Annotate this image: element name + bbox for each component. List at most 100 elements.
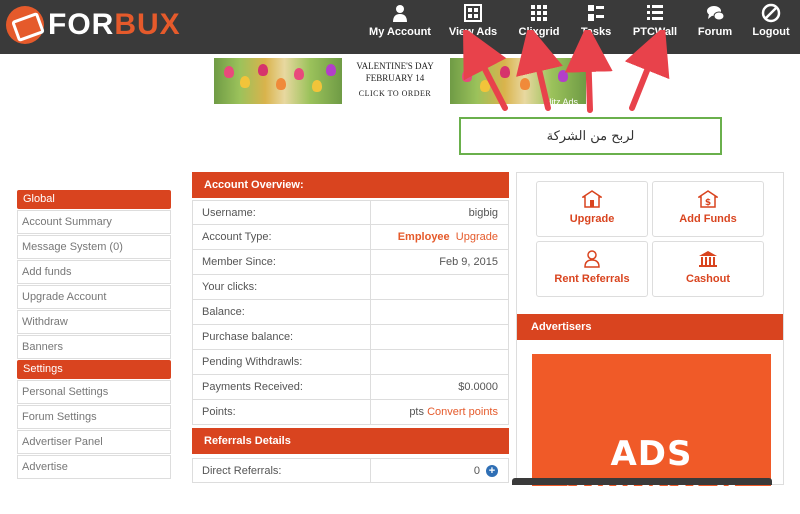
add-funds-icon: $: [698, 190, 718, 208]
nav-my-account[interactable]: My Account: [369, 0, 431, 54]
svg-text:$: $: [705, 198, 711, 208]
row-label: Pending Withdrawls:: [193, 350, 371, 374]
referrals-panel: Referrals Details Direct Referrals: 0 +: [192, 428, 509, 483]
flower: [240, 76, 250, 88]
row-label: Account Type:: [193, 225, 371, 249]
upgrade-link[interactable]: Upgrade: [456, 231, 498, 243]
flower: [326, 64, 336, 76]
sidebar-item-advertiser-panel[interactable]: Advertiser Panel: [17, 430, 171, 454]
row-value: Feb 9, 2015: [439, 256, 498, 268]
bottom-strip: [512, 478, 772, 485]
sidebar-item-message-system[interactable]: Message System (0): [17, 235, 171, 259]
tasks-icon: [588, 5, 604, 21]
row-label: Payments Received:: [193, 375, 371, 399]
sidebar-item-forum-settings[interactable]: Forum Settings: [17, 405, 171, 429]
overview-row-username: Username: bigbig: [192, 200, 509, 225]
row-value: $0.0000: [458, 381, 498, 393]
user-icon: [393, 5, 407, 22]
rent-referrals-button[interactable]: Rent Referrals: [536, 241, 648, 297]
overview-row-member-since: Member Since: Feb 9, 2015: [192, 250, 509, 275]
upgrade-icon: [582, 190, 602, 208]
account-type-value: Employee: [397, 231, 450, 243]
row-value: bigbig: [468, 207, 498, 219]
sidebar-item-banners[interactable]: Banners: [17, 335, 171, 359]
nav-label: Forum: [697, 26, 733, 38]
arabic-annotation-box: لربح من الشركة: [459, 117, 722, 155]
row-value: [371, 300, 508, 324]
sidebar-item-advertise[interactable]: Advertise: [17, 455, 171, 479]
referrals-title: Referrals Details: [192, 428, 509, 454]
sidebar-item-account-summary[interactable]: Account Summary: [17, 210, 171, 234]
annotation-arrow: [462, 30, 508, 111]
row-value: [371, 325, 508, 349]
view-ads-icon: [464, 4, 482, 22]
sidebar-header-settings: Settings: [17, 360, 171, 379]
flower: [276, 78, 286, 90]
tile-label: Add Funds: [679, 213, 737, 225]
overview-row-purchase-balance: Purchase balance:: [192, 325, 509, 350]
sidebar-item-add-funds[interactable]: Add funds: [17, 260, 171, 284]
right-column: Upgrade $ Add Funds Rent Referrals Casho…: [516, 172, 784, 514]
overview-row-account-type: Account Type: Employee Upgrade: [192, 225, 509, 250]
sidebar-item-personal-settings[interactable]: Personal Settings: [17, 380, 171, 404]
logout-icon: [761, 3, 781, 23]
list-icon: [647, 5, 663, 20]
rent-referrals-icon: [584, 250, 600, 268]
nav-forum[interactable]: Forum: [695, 0, 735, 54]
ad-placeholder-text: ADS 300X250: [563, 434, 740, 514]
banner-line: VALENTINE'S DAY: [356, 61, 434, 71]
convert-points-link[interactable]: Convert points: [427, 406, 498, 418]
row-value: [371, 350, 508, 374]
annotation-arrows: [462, 30, 670, 113]
banner-click-to-order: CLICK TO ORDER: [358, 89, 432, 98]
row-label: Your clicks:: [193, 275, 371, 299]
valentines-banner-text[interactable]: VALENTINE'S DAY FEBRUARY 14 CLICK TO ORD…: [342, 58, 448, 104]
forbux-logo[interactable]: FORBUX: [6, 6, 181, 44]
flower: [294, 68, 304, 80]
cashout-button[interactable]: Cashout: [652, 241, 764, 297]
annotation-arrow: [564, 30, 613, 113]
cashout-icon: [699, 251, 717, 267]
ad-placeholder-300x250[interactable]: ADS 300X250: [532, 354, 771, 514]
nav-label: My Account: [369, 26, 431, 38]
flower: [224, 66, 234, 78]
advertisers-title: Advertisers: [517, 314, 783, 340]
overview-row-balance: Balance:: [192, 300, 509, 325]
sidebar-item-upgrade-account[interactable]: Upgrade Account: [17, 285, 171, 309]
row-label: Member Since:: [193, 250, 371, 274]
overview-row-pending-withdrawls: Pending Withdrawls:: [192, 350, 509, 375]
overview-row-your-clicks: Your clicks:: [192, 275, 509, 300]
referrals-row-direct: Direct Referrals: 0 +: [192, 458, 509, 483]
valentines-banner-image[interactable]: [214, 58, 342, 104]
row-label: Purchase balance:: [193, 325, 371, 349]
points-value: pts: [409, 406, 424, 418]
flower: [258, 64, 268, 76]
row-label: Username:: [193, 201, 371, 224]
logo-text: FORBUX: [48, 8, 181, 41]
direct-referrals-value: 0: [473, 465, 480, 477]
annotation-arrow: [624, 30, 670, 111]
sidebar-item-withdraw[interactable]: Withdraw: [17, 310, 171, 334]
tile-label: Cashout: [686, 273, 730, 285]
row-label: Direct Referrals:: [193, 459, 371, 482]
chat-icon: [707, 6, 725, 21]
logo-icon: [6, 6, 44, 44]
annotation-text: لربح من الشركة: [546, 128, 635, 144]
plus-icon[interactable]: +: [486, 465, 498, 478]
row-label: Points:: [193, 400, 371, 424]
nav-label: Logout: [752, 26, 790, 38]
upgrade-button[interactable]: Upgrade: [536, 181, 648, 237]
sidebar-header-global: Global: [17, 190, 171, 209]
add-funds-button[interactable]: $ Add Funds: [652, 181, 764, 237]
account-overview-title: Account Overview:: [192, 172, 509, 198]
grid-icon: [531, 5, 547, 21]
nav-logout[interactable]: Logout: [752, 0, 790, 54]
overview-row-payments-received: Payments Received: $0.0000: [192, 375, 509, 400]
annotation-arrow: [516, 30, 563, 111]
tile-label: Rent Referrals: [554, 273, 630, 285]
sidebar: Global Account Summary Message System (0…: [17, 190, 171, 480]
row-label: Balance:: [193, 300, 371, 324]
overview-row-points: Points: pts Convert points: [192, 400, 509, 425]
flower: [312, 80, 322, 92]
account-overview-panel: Account Overview: Username: bigbig Accou…: [192, 172, 509, 425]
